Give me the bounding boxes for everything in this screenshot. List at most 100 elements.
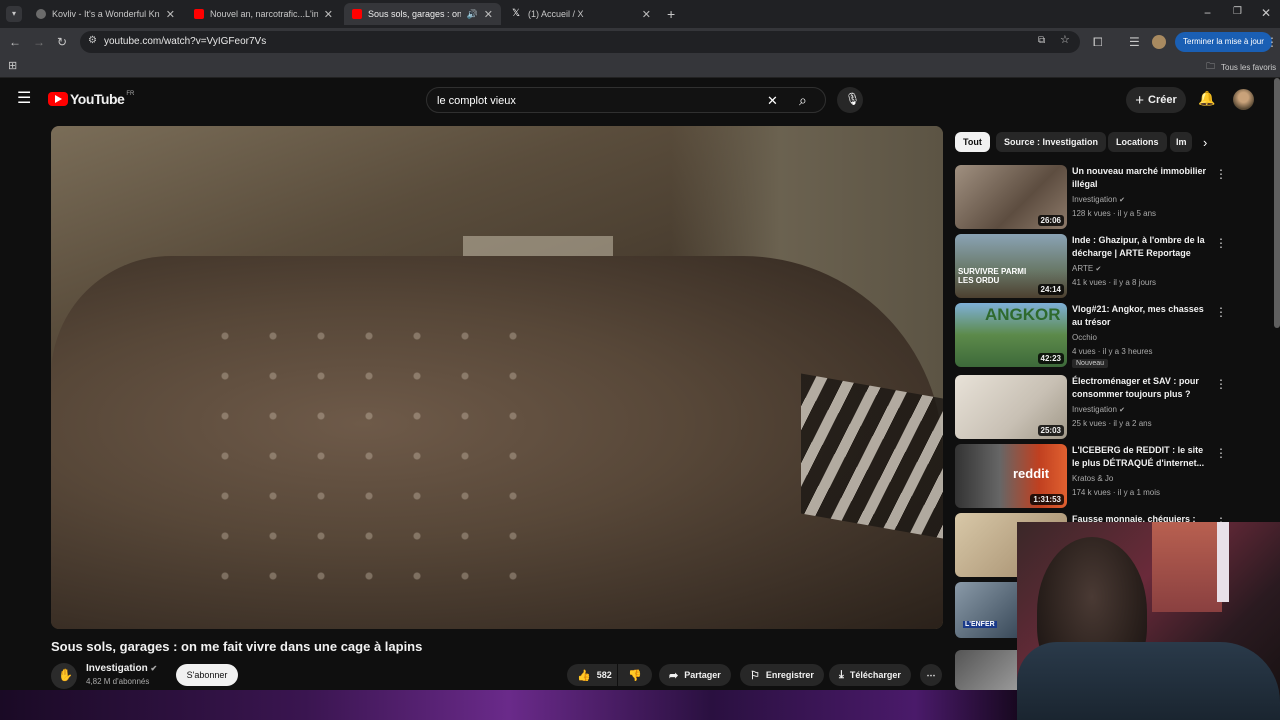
subscribe-button[interactable]: S'abonner <box>176 664 238 686</box>
download-label: Télécharger <box>849 670 901 680</box>
rec-title[interactable]: Un nouveau marché immobilier illégal <box>1072 165 1212 191</box>
logo-text: YouTube <box>70 91 125 107</box>
profile-avatar[interactable] <box>1152 35 1166 49</box>
save-button[interactable]: ⚐ Enregistrer <box>740 664 824 686</box>
site-info-icon[interactable]: ⚙ <box>88 36 97 46</box>
tab-title: Sous sols, garages : on me <box>368 9 461 19</box>
tab-sous-sols[interactable]: Sous sols, garages : on me 🔊 ✕ <box>344 3 501 25</box>
streamer-shirt <box>1017 642 1280 720</box>
download-button[interactable]: ⤓ Télécharger <box>829 664 911 686</box>
rec-title[interactable]: Inde : Ghazipur, à l'ombre de la décharg… <box>1072 234 1212 260</box>
video-duration: 42:23 <box>1037 353 1064 364</box>
rec-title[interactable]: Électroménager et SAV : pour consommer t… <box>1072 375 1212 401</box>
dislike-button[interactable]: 👎 <box>618 664 652 686</box>
floral-pattern <box>201 316 531 596</box>
install-app-icon[interactable]: ⧉ <box>1038 36 1045 46</box>
channel-avatar[interactable]: ✋ <box>51 663 77 689</box>
speaker-icon[interactable]: 🔊 <box>467 9 478 20</box>
search-input[interactable]: le complot vieux <box>437 95 516 107</box>
tab-x[interactable]: 𝕏 (1) Accueil / X ✕ <box>504 3 659 25</box>
back-icon[interactable]: ← <box>9 36 21 48</box>
chevron-right-icon[interactable]: › <box>1203 136 1207 149</box>
browser-menu-icon[interactable]: ⋮ <box>1266 36 1278 48</box>
video-thumbnail[interactable]: SURVIVRE PARMI LES ORDU 24:14 <box>955 234 1067 298</box>
new-badge: Nouveau <box>1072 359 1109 368</box>
rec-channel[interactable]: Investigation ✔ <box>1072 195 1125 204</box>
new-tab-icon[interactable]: + <box>667 7 675 21</box>
update-button[interactable]: Terminer la mise à jour <box>1175 32 1272 52</box>
search-icon[interactable]: ⌕ <box>799 93 807 107</box>
video-thumbnail[interactable]: 26:06 <box>955 165 1067 229</box>
apps-grid-icon[interactable]: ⊞ <box>8 61 17 72</box>
save-label: Enregistrer <box>765 670 814 680</box>
rec-channel[interactable]: Occhio <box>1072 333 1097 342</box>
clear-search-icon[interactable]: ✕ <box>767 94 778 107</box>
video-thumbnail[interactable]: L'ENFER <box>955 582 1017 638</box>
chip-source-investigation[interactable]: Source : Investigation <box>996 132 1107 152</box>
close-icon[interactable]: ✕ <box>642 8 651 21</box>
create-label: Créer <box>1148 94 1177 106</box>
video-player[interactable] <box>51 126 943 629</box>
create-button[interactable]: + Créer <box>1126 87 1186 113</box>
rec-meta: 174 k vues · il y a 1 mois <box>1072 488 1161 497</box>
tab-search-icon[interactable]: ▾ <box>6 6 22 22</box>
more-vert-icon[interactable]: ⋮ <box>1215 236 1227 250</box>
like-button[interactable]: 👍 582 <box>567 664 617 686</box>
youtube-logo[interactable]: YouTube FR <box>48 91 134 107</box>
tab-title: Kovliv - It's a Wonderful Knife ( <box>52 9 160 19</box>
star-icon[interactable]: ☆ <box>1060 35 1070 46</box>
share-button[interactable]: ➦ Partager <box>659 664 731 686</box>
reading-list-icon[interactable]: ☰ <box>1129 36 1140 48</box>
search-box[interactable]: le complot vieux ✕ ⌕ <box>426 87 826 113</box>
verified-icon: ✔ <box>1095 266 1102 273</box>
more-actions-button[interactable]: ⋯ <box>920 664 942 686</box>
voice-search-button[interactable]: 🎙 <box>837 87 863 113</box>
minimize-icon[interactable]: − <box>1204 7 1211 19</box>
maximize-icon[interactable]: ❐ <box>1233 7 1242 17</box>
recommendation-item[interactable]: ANGKOR 42:23 Vlog#21: Angkor, mes chasse… <box>955 303 1227 368</box>
channel-name[interactable]: Investigation ✔ <box>86 663 157 674</box>
chip-locations[interactable]: Locations <box>1108 132 1167 152</box>
url-text: youtube.com/watch?v=VyIGFeor7Vs <box>104 36 267 47</box>
verified-icon: ✔ <box>1119 197 1126 204</box>
more-vert-icon[interactable]: ⋮ <box>1215 377 1227 391</box>
video-thumbnail[interactable] <box>955 650 1017 690</box>
window-close-icon[interactable]: ✕ <box>1261 7 1271 19</box>
close-icon[interactable]: ✕ <box>166 8 175 21</box>
chip-truncated[interactable]: Im <box>1170 132 1192 152</box>
video-thumbnail[interactable]: ANGKOR 42:23 <box>955 303 1067 367</box>
more-vert-icon[interactable]: ⋮ <box>1215 305 1227 319</box>
recommendation-item[interactable]: SURVIVRE PARMI LES ORDU 24:14 Inde : Gha… <box>955 234 1227 298</box>
recommendation-item[interactable]: 25:03 Électroménager et SAV : pour conso… <box>955 375 1227 439</box>
rec-title[interactable]: Vlog#21: Angkor, mes chasses au trésor <box>1072 303 1212 329</box>
all-bookmarks-label[interactable]: Tous les favoris <box>1221 63 1276 72</box>
rec-channel[interactable]: Investigation ✔ <box>1072 405 1125 414</box>
tab-nouvel-an[interactable]: Nouvel an, narcotrafic...L'interv ✕ <box>186 3 341 25</box>
extensions-icon[interactable]: ⧠ <box>1093 36 1103 48</box>
forward-icon[interactable]: → <box>33 36 45 48</box>
recommendation-item[interactable]: 26:06 Un nouveau marché immobilier illég… <box>955 165 1227 229</box>
bell-icon[interactable]: 🔔 <box>1198 91 1215 105</box>
hamburger-icon[interactable]: ☰ <box>17 91 31 107</box>
reload-icon[interactable]: ↻ <box>57 36 67 48</box>
rec-meta: 25 k vues · il y a 2 ans <box>1072 419 1152 428</box>
rec-channel[interactable]: ARTE ✔ <box>1072 264 1101 273</box>
address-bar[interactable]: ⚙ youtube.com/watch?v=VyIGFeor7Vs ⧉ ☆ <box>80 31 1080 53</box>
more-icon: ⋯ <box>926 669 936 680</box>
rec-channel[interactable]: Kratos & Jo <box>1072 474 1113 483</box>
tab-kovliv[interactable]: Kovliv - It's a Wonderful Knife ( ✕ <box>28 3 183 25</box>
more-vert-icon[interactable]: ⋮ <box>1215 167 1227 181</box>
youtube-page: ☰ YouTube FR le complot vieux ✕ ⌕ 🎙 + Cr… <box>0 78 1280 720</box>
chip-tout[interactable]: Tout <box>955 132 990 152</box>
account-avatar[interactable] <box>1233 89 1254 110</box>
recommendation-item[interactable]: reddit 1:31:53 L'ICEBERG de REDDIT : le … <box>955 444 1227 508</box>
more-vert-icon[interactable]: ⋮ <box>1215 446 1227 460</box>
video-thumbnail[interactable]: reddit 1:31:53 <box>955 444 1067 508</box>
video-thumbnail[interactable]: 25:03 <box>955 375 1067 439</box>
page-scrollbar[interactable] <box>1274 78 1280 328</box>
verified-icon: ✔ <box>150 664 158 673</box>
close-icon[interactable]: ✕ <box>484 8 493 21</box>
channel-name-text: Investigation <box>86 663 148 674</box>
rec-title[interactable]: L'ICEBERG de REDDIT : le site le plus DÉ… <box>1072 444 1212 470</box>
close-icon[interactable]: ✕ <box>324 8 333 21</box>
